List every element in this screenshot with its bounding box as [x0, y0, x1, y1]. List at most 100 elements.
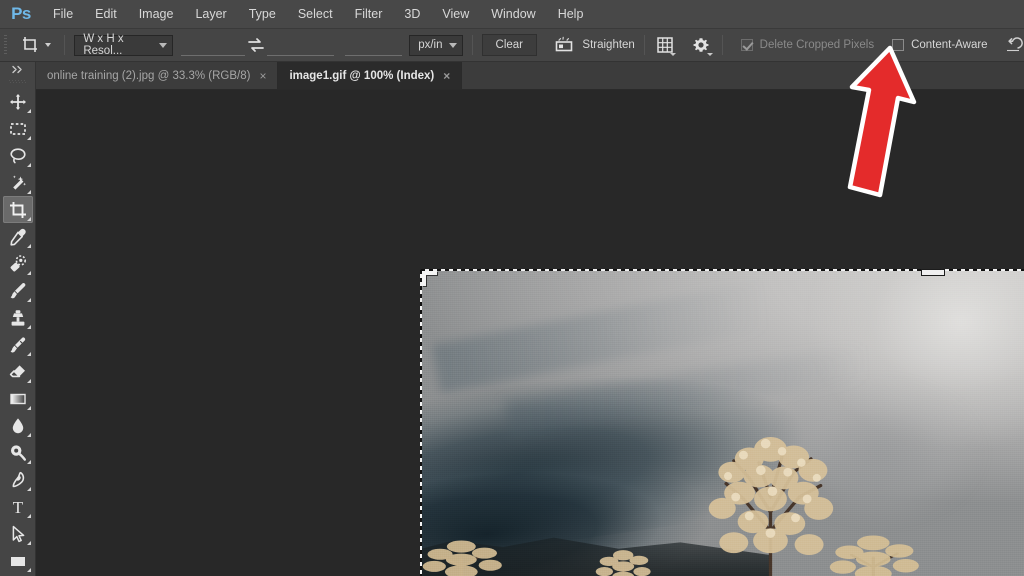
- tool-magic-wand[interactable]: [3, 169, 33, 196]
- arrow-cursor-icon: [12, 525, 24, 542]
- straighten-label[interactable]: Straighten: [582, 39, 634, 51]
- tool-flyout-triangle: [26, 352, 31, 356]
- chevron-down-icon: [158, 42, 167, 48]
- tool-path-selection[interactable]: [3, 520, 33, 547]
- menu-bar: Ps File Edit Image Layer Type Select Fil…: [0, 0, 1024, 29]
- tool-rectangle-shape[interactable]: [3, 547, 33, 574]
- tools-panel-gripper[interactable]: [0, 76, 36, 88]
- options-bar: W x H x Resol... px/in Clear Straighten …: [0, 29, 1024, 62]
- move-icon: [9, 93, 26, 110]
- clear-button[interactable]: Clear: [481, 34, 537, 56]
- tool-crop[interactable]: [2, 196, 33, 223]
- menu-window[interactable]: Window: [480, 0, 546, 29]
- tool-flyout-triangle: [26, 163, 31, 167]
- crop-ratio-dropdown[interactable]: W x H x Resol...: [74, 33, 173, 57]
- tool-flyout-triangle: [26, 487, 31, 491]
- swap-arrows-icon: [248, 38, 264, 52]
- tool-flyout-triangle: [26, 379, 31, 383]
- close-icon[interactable]: ×: [259, 70, 266, 82]
- chevron-down-icon: [448, 42, 457, 48]
- menu-view[interactable]: View: [431, 0, 480, 29]
- tool-move[interactable]: [3, 88, 33, 115]
- delete-cropped-pixels-checkbox[interactable]: Delete Cropped Pixels: [740, 39, 875, 51]
- tool-lasso[interactable]: [3, 142, 33, 169]
- menu-file[interactable]: File: [42, 0, 84, 29]
- chevron-down-icon: [706, 53, 713, 56]
- document-tab-online-training[interactable]: online training (2).jpg @ 33.3% (RGB/8) …: [36, 62, 279, 89]
- reset-tool-button[interactable]: [1002, 32, 1024, 58]
- resolution-units-dropdown[interactable]: px/in: [409, 34, 463, 56]
- menu-filter[interactable]: Filter: [344, 0, 394, 29]
- dodge-icon: [10, 444, 26, 461]
- image-grain-texture: [421, 270, 1024, 576]
- crop-resolution-input[interactable]: [345, 35, 403, 56]
- tool-pen[interactable]: [3, 466, 33, 493]
- tool-eyedropper[interactable]: [3, 223, 33, 250]
- close-icon[interactable]: ×: [443, 70, 450, 82]
- history-brush-icon: [10, 336, 25, 352]
- tool-flyout-triangle: [26, 325, 31, 329]
- tool-brush[interactable]: [3, 277, 33, 304]
- delete-cropped-pixels-label: Delete Cropped Pixels: [759, 39, 875, 51]
- crop-icon: [20, 35, 40, 55]
- lasso-icon: [9, 147, 26, 163]
- photo-image: [421, 270, 1024, 576]
- tool-flyout-triangle: [26, 514, 31, 518]
- tool-eraser[interactable]: [3, 358, 33, 385]
- divider: [643, 35, 645, 55]
- tool-dodge[interactable]: [3, 439, 33, 466]
- clone-stamp-icon: [11, 309, 24, 326]
- crop-height-input[interactable]: [267, 35, 335, 56]
- pen-icon: [12, 471, 24, 487]
- document-tab-bar: online training (2).jpg @ 33.3% (RGB/8) …: [36, 62, 1024, 90]
- eraser-icon: [9, 364, 25, 377]
- crop-settings-button[interactable]: [690, 32, 713, 58]
- photoshop-window: Ps File Edit Image Layer Type Select Fil…: [0, 0, 1024, 576]
- divider: [721, 35, 723, 55]
- divider: [64, 35, 66, 55]
- content-aware-checkbox[interactable]: Content-Aware: [892, 39, 988, 51]
- menu-type[interactable]: Type: [238, 0, 287, 29]
- tool-flyout-triangle: [26, 271, 31, 275]
- document-tab-label: online training (2).jpg @ 33.3% (RGB/8): [47, 69, 251, 82]
- crop-overlay-options-button[interactable]: [654, 32, 677, 58]
- menu-3d[interactable]: 3D: [393, 0, 431, 29]
- brush-icon: [10, 282, 25, 298]
- document-canvas[interactable]: [421, 270, 1024, 576]
- tool-flyout-triangle: [26, 217, 31, 221]
- menu-layer[interactable]: Layer: [184, 0, 237, 29]
- menu-image[interactable]: Image: [128, 0, 185, 29]
- tool-healing-brush[interactable]: [3, 250, 33, 277]
- tool-flyout-triangle: [26, 433, 31, 437]
- tool-history-brush[interactable]: [3, 331, 33, 358]
- tool-gradient[interactable]: [3, 385, 33, 412]
- canvas-workspace[interactable]: [36, 90, 1024, 576]
- svg-text:T: T: [12, 498, 23, 517]
- marquee-icon: [9, 122, 26, 135]
- straighten-button[interactable]: [553, 32, 575, 58]
- magic-wand-icon: [12, 174, 26, 190]
- chevron-down-icon: [45, 43, 52, 47]
- resolution-units-value: px/in: [418, 39, 443, 51]
- document-tab-image1[interactable]: image1.gif @ 100% (Index) ×: [278, 62, 463, 89]
- menu-select[interactable]: Select: [287, 0, 344, 29]
- tool-clone-stamp[interactable]: [3, 304, 33, 331]
- collapse-tools-button[interactable]: [0, 62, 36, 76]
- menu-edit[interactable]: Edit: [84, 0, 128, 29]
- swap-width-height-button[interactable]: [245, 34, 267, 56]
- healing-brush-icon: [10, 254, 26, 271]
- tool-flyout-triangle: [26, 136, 31, 140]
- tool-flyout-triangle: [26, 460, 31, 464]
- document-tab-label: image1.gif @ 100% (Index): [289, 69, 435, 82]
- options-bar-gripper[interactable]: [0, 29, 10, 62]
- rectangle-icon: [10, 556, 25, 566]
- menu-help[interactable]: Help: [547, 0, 595, 29]
- tool-type[interactable]: T: [3, 493, 33, 520]
- tool-rectangular-marquee[interactable]: [3, 115, 33, 142]
- crop-width-input[interactable]: [180, 35, 245, 56]
- tool-blur[interactable]: [3, 412, 33, 439]
- tool-preset-picker[interactable]: [16, 32, 55, 58]
- reset-undo-icon: [1006, 37, 1023, 52]
- tool-flyout-triangle: [26, 244, 31, 248]
- water-drop-icon: [12, 417, 23, 433]
